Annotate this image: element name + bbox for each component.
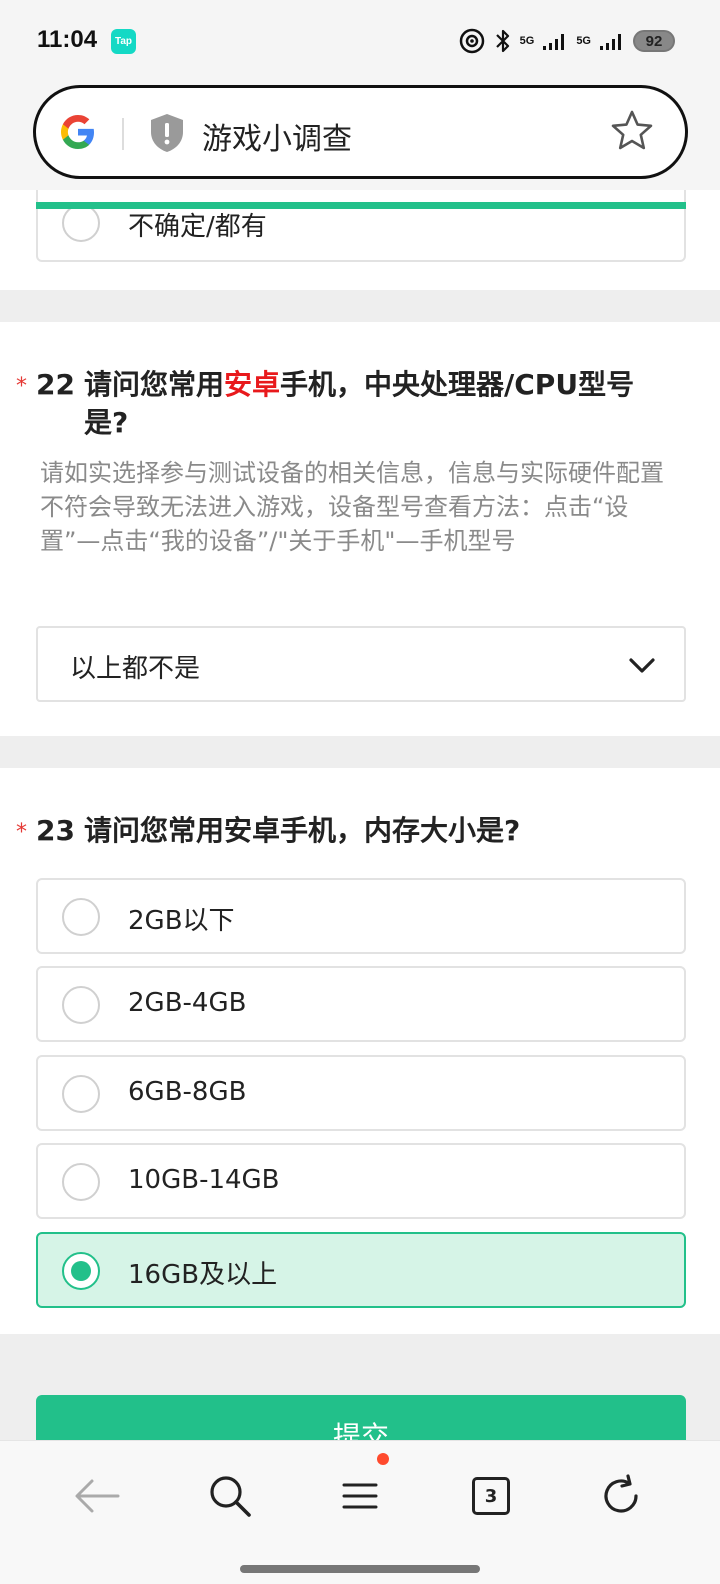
search-icon [210, 1476, 251, 1517]
tabs-button[interactable]: 3 [456, 1461, 526, 1531]
back-arrow-icon [75, 1479, 120, 1513]
option-label: 6GB-8GB [128, 1077, 247, 1107]
question-22-description: 请如实选择参与测试设备的相关信息，信息与实际硬件配置不符会导致无法进入游戏，设备… [40, 459, 664, 555]
option-not-sure[interactable]: 不确定/都有 [36, 190, 686, 262]
required-mark: * [16, 820, 27, 845]
question-22-card: * 22 请问您常用安卓手机，中央处理器/CPU型号是? 请如实选择参与测试设备… [0, 322, 720, 736]
status-icons: 5G 5G 92 [458, 26, 675, 56]
search-button[interactable] [195, 1461, 265, 1531]
option-label: 16GB及以上 [128, 1260, 278, 1290]
eye-icon [459, 28, 484, 54]
radio-button[interactable] [62, 986, 100, 1024]
cpu-model-select[interactable]: 以上都不是 [36, 626, 686, 702]
browser-toolbar: 游戏小调查 [0, 82, 720, 190]
signal-5g-label-2: 5G [576, 34, 591, 47]
bluetooth-icon [495, 29, 509, 53]
question-number: 23 [36, 814, 75, 847]
option-label: 不确定/都有 [128, 212, 267, 242]
radio-button[interactable] [62, 204, 100, 242]
battery-indicator: 92 [633, 30, 675, 52]
question-23-card: * 23 请问您常用安卓手机，内存大小是? 2GB以下 2GB-4GB 6GB-… [0, 768, 720, 1334]
refresh-icon [604, 1474, 638, 1513]
menu-icon [342, 1483, 378, 1509]
address-divider [122, 118, 124, 150]
option-label: 2GB以下 [128, 906, 235, 936]
browser-bottom-nav: 3 [0, 1440, 720, 1584]
option-label: 2GB-4GB [128, 988, 247, 1018]
radio-button[interactable] [62, 1163, 100, 1201]
tabs-count-icon: 3 [472, 1477, 510, 1515]
option-2gb-4gb[interactable]: 2GB-4GB [36, 966, 686, 1042]
option-2gb-below[interactable]: 2GB以下 [36, 878, 686, 954]
status-time: 11:04 [37, 26, 98, 53]
option-label: 10GB-14GB [128, 1165, 280, 1195]
google-logo-icon [61, 115, 94, 149]
menu-notification-dot [377, 1453, 389, 1465]
survey-page[interactable]: 不确定/都有 * 22 请问您常用安卓手机，中央处理器/CPU型号是? 请如实选… [0, 190, 720, 1440]
question-23-text: 请问您常用安卓手机，内存大小是? [84, 814, 521, 847]
page-load-progress [36, 202, 686, 209]
question-22-title: * 22 请问您常用安卓手机，中央处理器/CPU型号是? [16, 366, 676, 442]
shield-warning-icon[interactable] [148, 112, 186, 154]
radio-button-selected[interactable] [62, 1252, 100, 1290]
submit-button[interactable]: 提交 [36, 1395, 686, 1440]
signal-bars-icon-2 [600, 34, 621, 50]
select-value: 以上都不是 [70, 654, 201, 684]
page-title: 游戏小调查 [202, 122, 352, 157]
status-bar: 11:04 Tap 5G 5G 92 [0, 0, 720, 82]
title-part-1: 请问您常用 [84, 368, 225, 401]
refresh-button[interactable] [586, 1461, 656, 1531]
radio-button[interactable] [62, 898, 100, 936]
option-10gb-14gb[interactable]: 10GB-14GB [36, 1143, 686, 1219]
chevron-down-icon [629, 658, 655, 673]
back-button[interactable] [62, 1461, 132, 1531]
menu-button[interactable] [325, 1461, 395, 1531]
required-mark: * [16, 374, 27, 399]
tap-app-icon: Tap [111, 29, 136, 54]
signal-bars-icon [543, 34, 565, 50]
address-bar[interactable]: 游戏小调查 [33, 85, 688, 179]
signal-5g-label-1: 5G [519, 34, 535, 47]
question-number: 22 [36, 368, 75, 401]
question-23-title: * 23 请问您常用安卓手机，内存大小是? [16, 812, 676, 850]
option-16gb-above[interactable]: 16GB及以上 [36, 1232, 686, 1308]
option-6gb-8gb[interactable]: 6GB-8GB [36, 1055, 686, 1131]
home-indicator[interactable] [240, 1565, 480, 1573]
radio-button[interactable] [62, 1075, 100, 1113]
title-highlight: 安卓 [224, 368, 281, 401]
bookmark-star-icon[interactable] [609, 108, 655, 154]
